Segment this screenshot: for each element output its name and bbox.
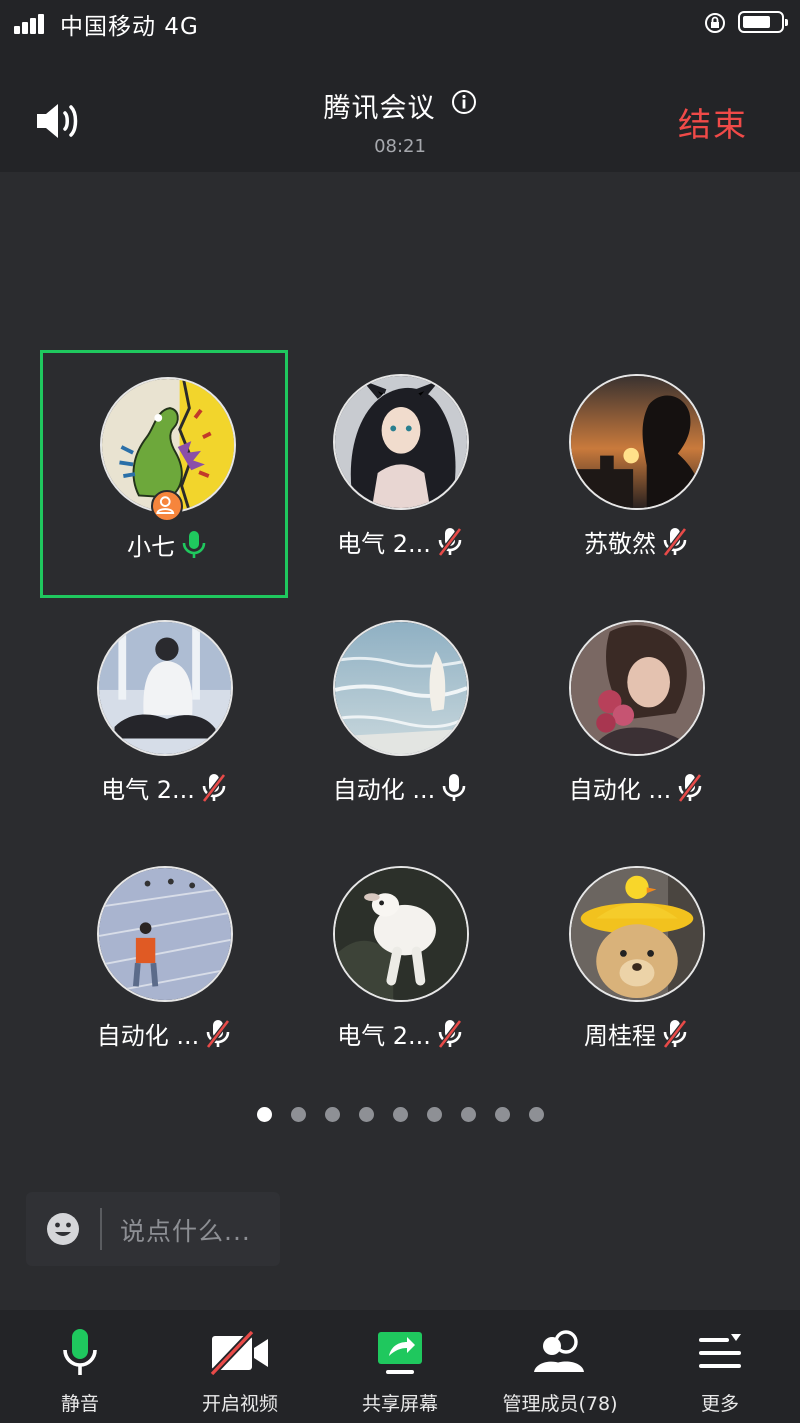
more-menu-icon <box>699 1334 741 1368</box>
share-screen-label: 共享屏幕 <box>361 1393 438 1415</box>
page-dot[interactable] <box>290 1107 306 1122</box>
participant-name: 苏敬然 <box>584 530 656 558</box>
video-off-icon <box>210 1329 268 1377</box>
start-video-label: 开启视频 <box>201 1393 278 1415</box>
mic-muted-icon <box>437 526 462 557</box>
end-meeting-button[interactable]: 结束 <box>678 98 748 146</box>
participant-tile[interactable]: 自动化 ... <box>276 596 524 844</box>
mic-speaking-icon <box>182 530 206 558</box>
start-video-button[interactable]: 开启视频 <box>160 1310 320 1423</box>
participant-name: 自动化 ... <box>332 776 436 804</box>
participant-tile[interactable]: 电气 2... <box>276 842 524 1090</box>
meeting-header: 腾讯会议 08:21 结束 <box>0 48 800 172</box>
participant-tile[interactable]: 周桂程 <box>512 842 760 1090</box>
manage-members-button[interactable]: 管理成员(78) <box>480 1310 640 1423</box>
avatar <box>97 866 233 1002</box>
avatar <box>569 374 705 510</box>
mic-muted-icon <box>663 1018 687 1049</box>
avatar <box>97 620 233 756</box>
meeting-screen: 中国移动 4G 腾讯会议 08:21 结束 小七 电气 2... 苏敬然 电气 … <box>0 0 800 1423</box>
participant-name: 小七 <box>127 533 175 561</box>
participant-name-row: 周桂程 <box>512 1016 760 1051</box>
participant-name: 电气 2... <box>101 776 195 804</box>
share-screen-button[interactable]: 共享屏幕 <box>320 1310 480 1423</box>
page-dot[interactable] <box>324 1107 340 1122</box>
participant-name-row: 电气 2... <box>276 1016 524 1051</box>
mute-label: 静音 <box>60 1393 99 1415</box>
participant-tile[interactable]: 电气 2... <box>40 596 288 844</box>
rotation-lock-icon <box>705 13 725 33</box>
participant-name: 自动化 ... <box>96 1022 200 1050</box>
page-dot[interactable] <box>494 1107 510 1122</box>
participant-name-row: 电气 2... <box>40 770 288 805</box>
host-badge-icon <box>151 490 183 522</box>
participant-name: 电气 2... <box>337 530 431 558</box>
share-screen-icon <box>378 1332 422 1374</box>
mute-button[interactable]: 静音 <box>0 1310 160 1423</box>
mic-muted-icon <box>437 1018 462 1049</box>
participant-name-row: 自动化 ... <box>40 1016 288 1051</box>
bottom-toolbar: 静音 开启视频 共享屏幕 管理成员(78) 更多 <box>0 1310 800 1423</box>
battery-level <box>743 16 770 28</box>
battery-icon <box>738 11 788 33</box>
more-button[interactable]: 更多 <box>640 1310 800 1423</box>
avatar <box>333 374 469 510</box>
page-dot[interactable] <box>358 1107 374 1122</box>
page-dot[interactable] <box>460 1107 476 1122</box>
participant-name-row: 苏敬然 <box>512 524 760 559</box>
chat-input[interactable]: 说点什么... <box>26 1192 280 1266</box>
participant-name-row: 自动化 ... <box>512 770 760 805</box>
mic-muted-icon <box>678 772 703 803</box>
microphone-icon <box>63 1329 97 1375</box>
page-dot[interactable] <box>392 1107 408 1122</box>
page-indicator[interactable] <box>0 1107 800 1122</box>
participant-tile-active[interactable]: 小七 <box>40 350 288 598</box>
chat-divider <box>100 1208 102 1250</box>
emoji-icon[interactable] <box>46 1212 80 1246</box>
status-bar: 中国移动 4G <box>0 0 800 48</box>
page-dot-current[interactable] <box>256 1107 272 1122</box>
mic-on-icon <box>442 773 466 801</box>
mic-muted-icon <box>206 1018 231 1049</box>
avatar <box>569 866 705 1002</box>
mic-muted-icon <box>201 772 226 803</box>
meeting-title: 腾讯会议 <box>323 93 436 124</box>
participant-name: 周桂程 <box>584 1022 656 1050</box>
carrier-label: 中国移动 4G <box>60 14 199 40</box>
mic-muted-icon <box>663 526 687 557</box>
avatar <box>333 866 469 1002</box>
participant-name-row: 小七 <box>43 527 291 562</box>
manage-members-label: 管理成员(78) <box>502 1393 618 1415</box>
participant-name-row: 自动化 ... <box>276 770 524 805</box>
avatar <box>569 620 705 756</box>
participant-name-row: 电气 2... <box>276 524 524 559</box>
avatar <box>333 620 469 756</box>
chat-placeholder: 说点什么... <box>120 1217 251 1246</box>
participant-tile[interactable]: 自动化 ... <box>40 842 288 1090</box>
participant-tile[interactable]: 电气 2... <box>276 350 524 598</box>
participant-name: 自动化 ... <box>568 776 672 804</box>
participant-tile[interactable]: 苏敬然 <box>512 350 760 598</box>
participant-name: 电气 2... <box>337 1022 431 1050</box>
more-label: 更多 <box>700 1393 739 1415</box>
page-dot[interactable] <box>426 1107 442 1122</box>
signal-icon <box>14 12 52 34</box>
info-icon[interactable] <box>451 89 477 115</box>
participant-tile[interactable]: 自动化 ... <box>512 596 760 844</box>
page-dot[interactable] <box>528 1107 544 1122</box>
members-icon <box>534 1330 584 1372</box>
